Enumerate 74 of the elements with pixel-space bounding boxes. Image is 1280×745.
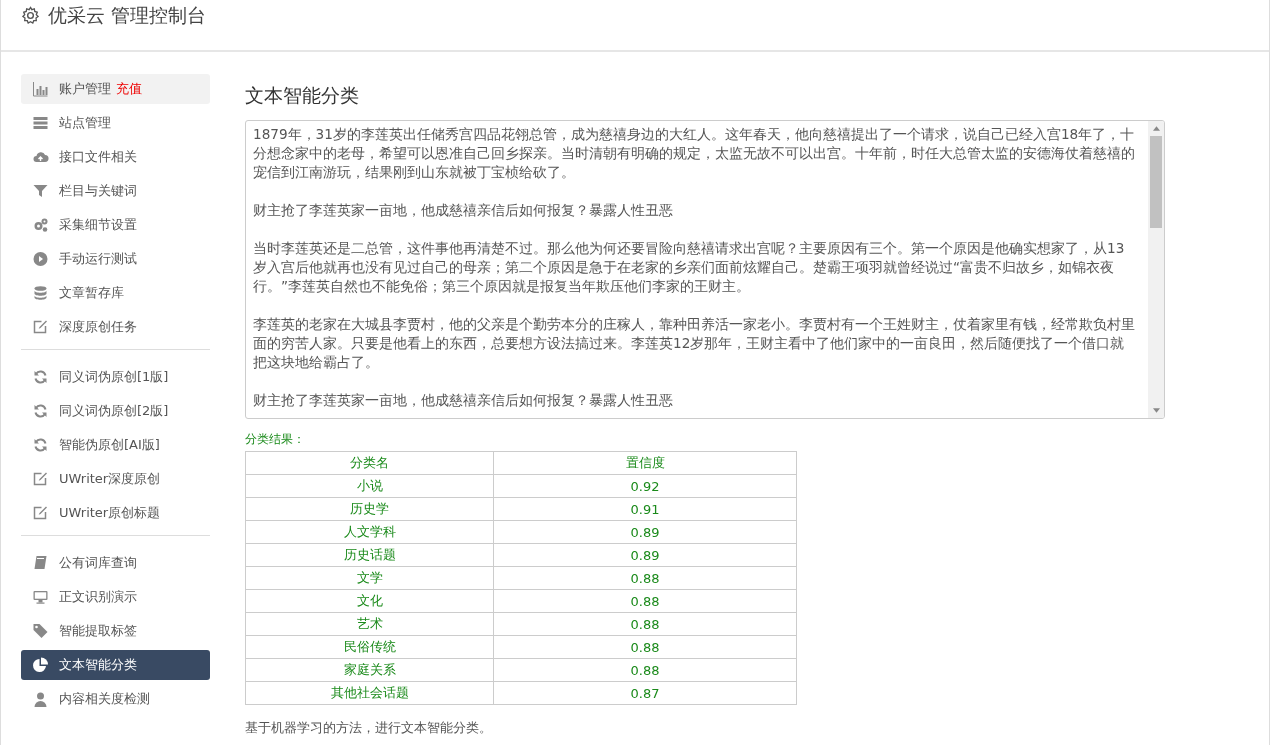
filter-icon xyxy=(32,183,49,199)
table-cell: 历史学 xyxy=(245,497,494,521)
table-cell: 民俗传统 xyxy=(245,635,494,659)
paragraph: 财主抢了李莲英家一亩地，他成慈禧亲信后如何报复？暴露人性丑恶 xyxy=(253,201,674,220)
sidebar-item[interactable]: 同义词伪原创[1版] xyxy=(21,362,210,392)
user-icon xyxy=(32,691,49,707)
sidebar-item[interactable]: 正文识别演示 xyxy=(21,582,210,612)
page-title: 文本智能分类 xyxy=(245,83,360,108)
pie-chart-icon xyxy=(32,657,49,673)
sidebar-item[interactable]: 手动运行测试 xyxy=(21,244,210,274)
sidebar-item[interactable]: UWriter原创标题 xyxy=(21,498,210,528)
sidebar-item[interactable]: 内容相关度检测 xyxy=(21,684,210,714)
table-cell: 文化 xyxy=(245,589,494,613)
server-icon xyxy=(32,115,49,131)
cloud-upload-icon xyxy=(32,149,49,165)
table-cell: 0.89 xyxy=(493,520,797,544)
column-header: 置信度 xyxy=(493,451,797,475)
scroll-up-icon[interactable] xyxy=(1152,126,1160,131)
table-cell: 0.88 xyxy=(493,612,797,636)
table-cell: 其他社会话题 xyxy=(245,681,494,705)
sidebar-item[interactable]: 账户管理 充值 xyxy=(21,74,210,104)
app-title: 优采云 管理控制台 xyxy=(48,4,207,26)
edit-icon xyxy=(32,319,49,335)
database-icon xyxy=(32,285,49,301)
refresh-icon xyxy=(32,403,49,419)
paragraph: 李莲英的老家在大城县李贾村，他的父亲是个勤劳本分的庄稼人，靠种田养活一家老小。李贾村有一个王姓财主，仗着家里有钱，经常欺负村里面的穷苦人家。只要是他看上的东西，总要想方设法搞过来。李莲英12岁那年，王财主看中了他们家中的一亩良田，然后随便找了一个借口就把这块地给霸占了。 xyxy=(253,315,1136,372)
refresh-icon xyxy=(32,369,49,385)
sidebar-item[interactable]: 深度原创任务 xyxy=(21,312,210,342)
table-cell: 0.88 xyxy=(493,658,797,682)
sidebar-item[interactable]: 文章暂存库 xyxy=(21,278,210,308)
sidebar-item[interactable]: 智能伪原创[AI版] xyxy=(21,430,210,460)
footer-note: 基于机器学习的方法，进行文本智能分类。 xyxy=(245,719,493,737)
paragraph: 1879年，31岁的李莲英出任储秀宫四品花翎总管，成为慈禧身边的大红人。这年春天，他向慈禧提出了一个请求，说自己已经入宫18年了，十分想念家中的老母，希望可以恩准自己回乡探亲。当时清朝有明确的规定，太监无故不可以出宫。十年前，时任大总管太监的安德海仗着慈禧的宠信到江南游玩，结果刚到山东就被丁宝桢给砍了。 xyxy=(253,125,1136,182)
play-circle-icon xyxy=(32,251,49,267)
table-cell: 人文学科 xyxy=(245,520,494,544)
table-cell: 0.91 xyxy=(493,497,797,521)
refresh-icon xyxy=(32,437,49,453)
table-cell: 家庭关系 xyxy=(245,658,494,682)
table-cell: 0.92 xyxy=(493,474,797,498)
table-cell: 小说 xyxy=(245,474,494,498)
sidebar-item[interactable]: 栏目与关键词 xyxy=(21,176,210,206)
edit-icon xyxy=(32,471,49,487)
monitor-icon xyxy=(32,589,49,605)
text-area[interactable] xyxy=(245,120,1165,419)
paragraph: 当时李莲英还是二总管，这件事他再清楚不过。那么他为何还要冒险向慈禧请求出宫呢？主要原因有三个。第一个原因是他确实想家了，从13岁入宫后他就再也没有见过自己的母亲；第二个原因是急于在老家的乡亲们面前炫耀自己。楚霸王项羽就曾经说过“富贵不归故乡，如锦衣夜行。”李莲英自然也不能免俗；第三个原因就是报复当年欺压他们李家的王财主。 xyxy=(253,239,1126,296)
sidebar-item[interactable]: 站点管理 xyxy=(21,108,210,138)
table-cell: 0.88 xyxy=(493,566,797,590)
table-cell: 0.89 xyxy=(493,543,797,567)
scrollbar-thumb[interactable] xyxy=(1150,136,1162,228)
table-cell: 艺术 xyxy=(245,612,494,636)
table-cell: 历史话题 xyxy=(245,543,494,567)
result-label: 分类结果： xyxy=(245,431,306,448)
column-header: 分类名 xyxy=(245,451,494,475)
table-cell: 文学 xyxy=(245,566,494,590)
gears-icon xyxy=(32,217,49,233)
recharge-link[interactable]: 充值 xyxy=(116,80,142,98)
sidebar-item[interactable]: 公有词库查询 xyxy=(21,548,210,578)
sidebar-item[interactable]: 采集细节设置 xyxy=(21,210,210,240)
sidebar-item[interactable]: UWriter深度原创 xyxy=(21,464,210,494)
paragraph: 财主抢了李莲英家一亩地，他成慈禧亲信后如何报复？暴露人性丑恶 xyxy=(253,391,674,410)
scroll-down-icon[interactable] xyxy=(1152,408,1160,413)
sidebar-item[interactable]: 智能提取标签 xyxy=(21,616,210,646)
sidebar-item[interactable]: 文本智能分类 xyxy=(21,650,210,680)
table-cell: 0.88 xyxy=(493,635,797,659)
table-cell: 0.87 xyxy=(493,681,797,705)
table-cell: 0.88 xyxy=(493,589,797,613)
scrollbar[interactable] xyxy=(1148,121,1164,418)
settings-icon xyxy=(21,6,40,25)
tag-icon xyxy=(32,623,49,639)
sidebar-item[interactable]: 接口文件相关 xyxy=(21,142,210,172)
book-icon xyxy=(32,555,49,571)
sidebar-item[interactable]: 同义词伪原创[2版] xyxy=(21,396,210,426)
edit-icon xyxy=(32,505,49,521)
bar-chart-icon xyxy=(32,81,49,97)
